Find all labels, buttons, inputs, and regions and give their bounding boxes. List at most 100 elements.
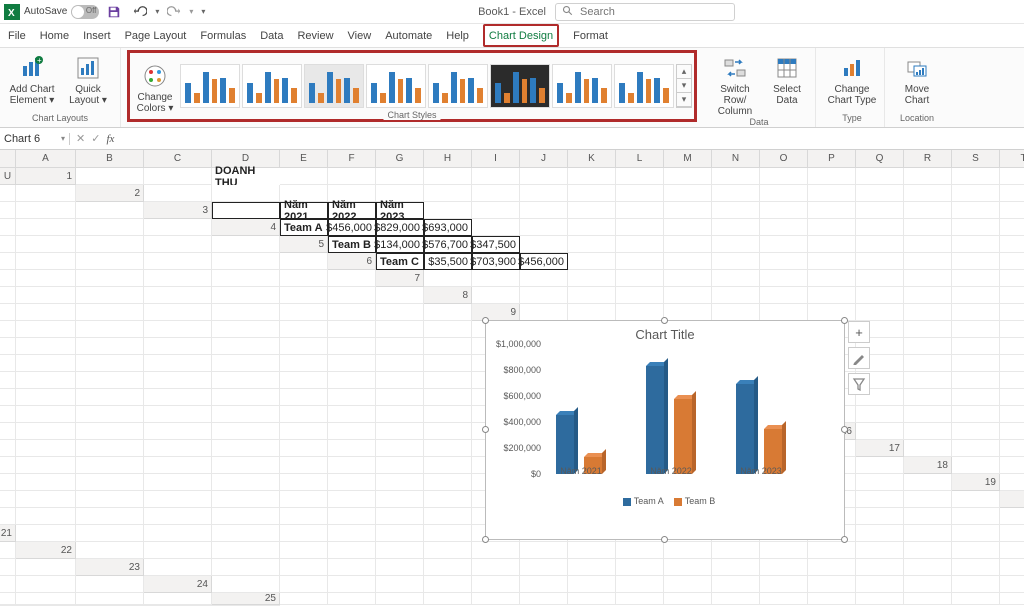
cell[interactable] (328, 491, 376, 508)
chart-filters-button[interactable] (848, 373, 870, 395)
cell[interactable] (760, 304, 808, 321)
cell[interactable] (0, 338, 16, 355)
cell[interactable] (520, 168, 568, 185)
cell[interactable] (328, 270, 376, 287)
row-header[interactable]: 3 (144, 202, 212, 219)
cell[interactable] (952, 202, 1000, 219)
column-header[interactable]: M (664, 150, 712, 168)
column-header[interactable]: I (472, 150, 520, 168)
row-header[interactable]: 17 (856, 440, 904, 457)
cell[interactable] (16, 389, 76, 406)
cell[interactable] (856, 406, 904, 423)
cell[interactable] (1000, 236, 1024, 253)
cell[interactable] (212, 389, 280, 406)
change-chart-type-button[interactable]: Change Chart Type (826, 50, 878, 106)
cell[interactable] (952, 593, 1000, 605)
table-cell[interactable]: $456,000 (328, 219, 376, 236)
cell[interactable] (1000, 202, 1024, 219)
cell[interactable] (520, 270, 568, 287)
row-header[interactable]: 1 (16, 168, 76, 185)
cell[interactable] (376, 423, 424, 440)
tab-chart-design[interactable]: Chart Design (483, 24, 559, 47)
cell[interactable] (0, 576, 16, 593)
cell[interactable] (568, 559, 616, 576)
cell[interactable] (76, 576, 144, 593)
cell[interactable] (568, 576, 616, 593)
cell[interactable] (144, 389, 212, 406)
cell[interactable] (568, 219, 616, 236)
cell[interactable] (328, 457, 376, 474)
cell[interactable] (904, 168, 952, 185)
cell[interactable] (76, 202, 144, 219)
cell[interactable] (472, 168, 520, 185)
row-header[interactable]: 4 (212, 219, 280, 236)
cell[interactable] (952, 491, 1000, 508)
cell[interactable] (144, 185, 212, 202)
name-box[interactable]: Chart 6 ▾ (0, 133, 70, 145)
cell[interactable] (616, 202, 664, 219)
column-header[interactable]: C (144, 150, 212, 168)
cell[interactable] (760, 576, 808, 593)
cell[interactable] (712, 168, 760, 185)
table-cell[interactable]: $35,500 (424, 253, 472, 270)
cell[interactable] (212, 406, 280, 423)
row-header[interactable]: 8 (424, 287, 472, 304)
cell[interactable] (376, 508, 424, 525)
cell[interactable] (76, 321, 144, 338)
cell[interactable] (280, 389, 328, 406)
cell[interactable] (144, 355, 212, 372)
cell[interactable] (712, 219, 760, 236)
cell[interactable] (952, 321, 1000, 338)
cell[interactable] (712, 253, 760, 270)
cell[interactable] (424, 321, 472, 338)
cell[interactable] (280, 355, 328, 372)
cell[interactable] (0, 321, 16, 338)
cell[interactable] (952, 525, 1000, 542)
cell[interactable] (280, 559, 328, 576)
cell[interactable] (328, 474, 376, 491)
cell[interactable] (808, 593, 856, 605)
cell[interactable] (76, 287, 144, 304)
cell[interactable] (856, 236, 904, 253)
cell[interactable] (76, 542, 144, 559)
cell[interactable] (760, 253, 808, 270)
cell[interactable] (280, 287, 328, 304)
cell[interactable] (904, 389, 952, 406)
cell[interactable] (712, 287, 760, 304)
cell[interactable] (16, 219, 76, 236)
cell[interactable] (568, 593, 616, 605)
cell[interactable] (280, 440, 328, 457)
cell[interactable] (808, 304, 856, 321)
cell[interactable] (280, 491, 328, 508)
cell[interactable] (280, 457, 328, 474)
table-cell[interactable]: $456,000 (520, 253, 568, 270)
cell[interactable] (424, 474, 472, 491)
cell[interactable] (808, 559, 856, 576)
table-header[interactable]: Năm 2023 (376, 202, 424, 219)
cell[interactable] (904, 338, 952, 355)
cell[interactable] (76, 474, 144, 491)
cell[interactable] (424, 423, 472, 440)
column-header[interactable]: Q (856, 150, 904, 168)
cell[interactable] (664, 576, 712, 593)
cell[interactable] (0, 372, 16, 389)
cell[interactable] (1000, 542, 1024, 559)
cell[interactable] (280, 576, 328, 593)
cell[interactable] (856, 202, 904, 219)
cell[interactable] (0, 593, 16, 605)
cell[interactable] (0, 202, 16, 219)
table-cell[interactable]: $829,000 (376, 219, 424, 236)
cell[interactable] (76, 372, 144, 389)
cell[interactable] (568, 253, 616, 270)
cell[interactable] (328, 168, 376, 185)
cell[interactable] (1000, 321, 1024, 338)
cell[interactable] (212, 304, 280, 321)
cell[interactable] (16, 253, 76, 270)
cell[interactable] (952, 542, 1000, 559)
cell[interactable] (808, 219, 856, 236)
cell[interactable] (212, 338, 280, 355)
cell[interactable] (212, 491, 280, 508)
cell[interactable] (212, 525, 280, 542)
cell[interactable] (472, 576, 520, 593)
cell[interactable] (16, 321, 76, 338)
